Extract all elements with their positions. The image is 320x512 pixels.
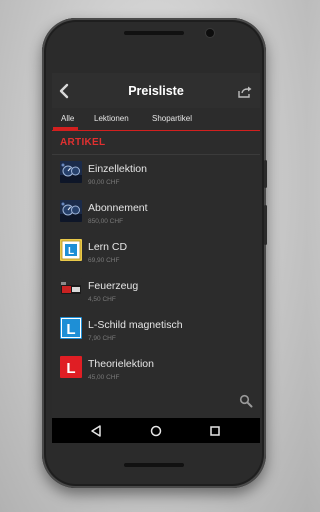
back-triangle-icon bbox=[91, 425, 101, 437]
system-nav-bar bbox=[52, 418, 260, 443]
item-name: Abonnement bbox=[88, 202, 148, 214]
tab-bar: Alle Lektionen Shopartikel bbox=[52, 108, 260, 130]
list-item[interactable]: L L-Schild magnetisch 7,90 CHF bbox=[52, 311, 260, 350]
share-button[interactable] bbox=[238, 85, 252, 98]
article-list: Einzellektion 90,00 CHF Abonnement 850,0… bbox=[52, 155, 260, 389]
page-title: Preisliste bbox=[128, 84, 184, 98]
item-name: Feuerzeug bbox=[88, 280, 139, 292]
item-name: Einzellektion bbox=[88, 163, 147, 175]
l-sign-blue-icon: L bbox=[60, 317, 82, 339]
nav-home-button[interactable] bbox=[148, 423, 164, 439]
item-price: 69,90 CHF bbox=[88, 257, 120, 264]
item-price: 90,00 CHF bbox=[88, 179, 120, 186]
item-name: L-Schild magnetisch bbox=[88, 319, 183, 331]
power-button bbox=[264, 160, 267, 188]
lighter-icon bbox=[60, 278, 82, 300]
nav-back-button[interactable] bbox=[88, 423, 104, 439]
learner-cd-icon: L bbox=[60, 239, 82, 261]
recents-square-icon bbox=[210, 426, 220, 436]
app-screen: Preisliste Alle Lektionen Shopartikel AR… bbox=[52, 73, 260, 443]
l-sign-red-icon: L bbox=[60, 356, 82, 378]
list-item[interactable]: L Theorielektion 45,00 CHF bbox=[52, 350, 260, 389]
earpiece-speaker bbox=[124, 31, 184, 35]
tab-lektionen[interactable]: Lektionen bbox=[94, 108, 129, 130]
bottom-speaker bbox=[124, 463, 184, 467]
car-dashboard-icon bbox=[60, 200, 82, 222]
item-price: 45,00 CHF bbox=[88, 374, 120, 381]
front-camera bbox=[206, 29, 214, 37]
list-item[interactable]: Einzellektion 90,00 CHF bbox=[52, 155, 260, 194]
car-dashboard-icon bbox=[60, 161, 82, 183]
search-button[interactable] bbox=[239, 394, 253, 408]
share-icon bbox=[238, 86, 252, 98]
tab-bar-underline bbox=[52, 130, 260, 131]
svg-text:L: L bbox=[68, 246, 74, 257]
item-name: Lern CD bbox=[88, 241, 128, 253]
app-bar: Preisliste bbox=[52, 73, 260, 108]
list-item[interactable]: Feuerzeug 4,50 CHF bbox=[52, 272, 260, 311]
nav-recents-button[interactable] bbox=[207, 423, 223, 439]
volume-button bbox=[264, 205, 267, 245]
item-price: 4,50 CHF bbox=[88, 296, 116, 303]
home-circle-icon bbox=[150, 425, 162, 437]
section-header: ARTIKEL bbox=[60, 137, 106, 148]
tab-shopartikel[interactable]: Shopartikel bbox=[152, 108, 192, 130]
svg-text:L: L bbox=[66, 321, 75, 338]
list-item[interactable]: L Lern CD 69,90 CHF bbox=[52, 233, 260, 272]
search-icon bbox=[239, 394, 253, 408]
list-item[interactable]: Abonnement 850,00 CHF bbox=[52, 194, 260, 233]
item-price: 850,00 CHF bbox=[88, 218, 124, 225]
svg-text:L: L bbox=[66, 360, 75, 377]
item-price: 7,90 CHF bbox=[88, 335, 116, 342]
item-name: Theorielektion bbox=[88, 358, 154, 370]
